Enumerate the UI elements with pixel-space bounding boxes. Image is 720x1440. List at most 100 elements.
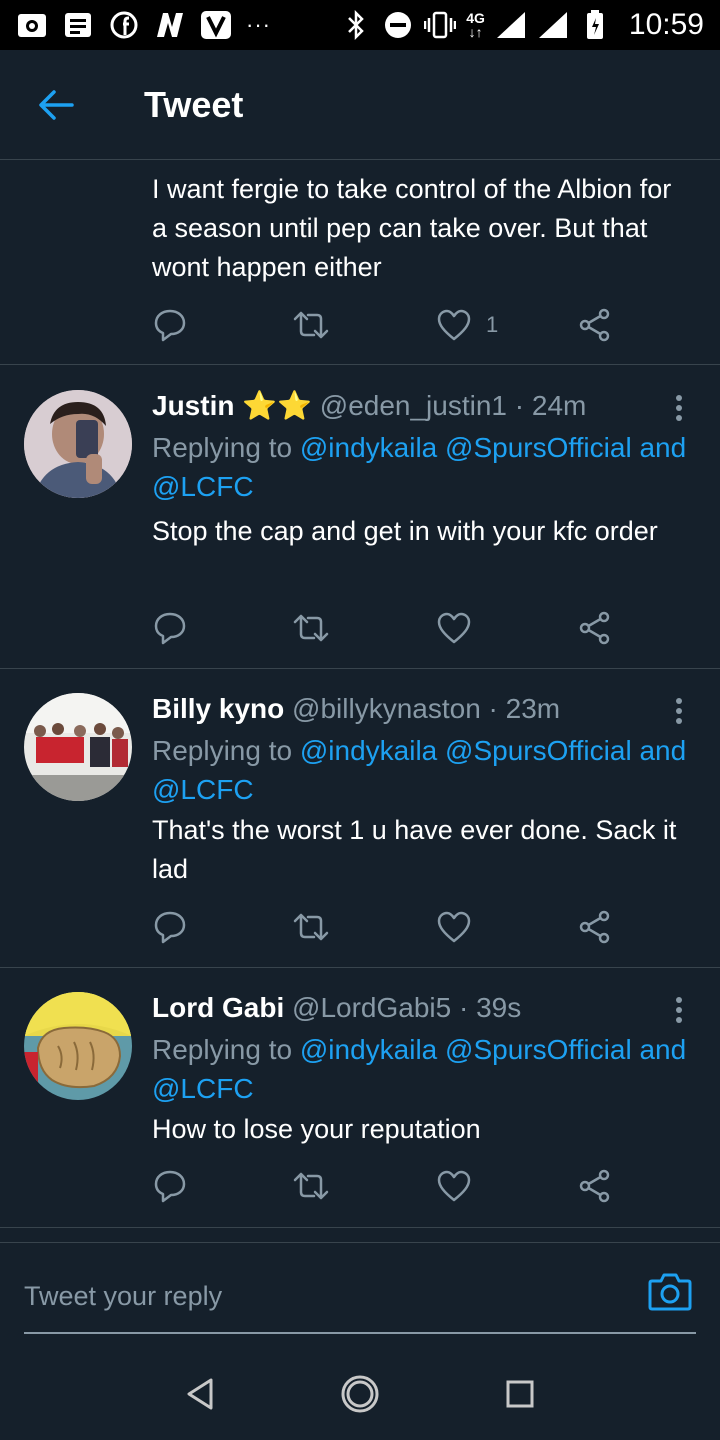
reply-button[interactable] [152, 608, 188, 648]
share-icon [579, 308, 610, 342]
mention-link[interactable]: and [639, 1034, 686, 1065]
tweet-header: Lord Gabi @LordGabi5 · 39s [152, 990, 521, 1026]
tweet-actions [152, 1166, 632, 1206]
tweet-actions [152, 608, 632, 648]
heart-icon [437, 911, 471, 943]
handle-time: @eden_justin1 · 24m [319, 390, 587, 421]
mention-link[interactable]: @SpursOfficial [445, 1034, 632, 1065]
square-recents-icon [506, 1380, 534, 1408]
like-button[interactable] [436, 608, 472, 648]
retweet-icon [293, 1172, 329, 1200]
nav-recents-button[interactable] [490, 1364, 550, 1424]
more-options-button[interactable] [664, 388, 694, 428]
reply-icon [154, 612, 186, 645]
more-options-button[interactable] [664, 990, 694, 1030]
reply-button[interactable] [152, 1166, 188, 1206]
reply-icon [154, 309, 186, 342]
n-app-icon [154, 9, 186, 41]
battery-icon [579, 9, 611, 41]
display-name[interactable]: Billy kyno [152, 693, 284, 724]
reply-icon [154, 911, 186, 944]
nav-home-button[interactable] [330, 1364, 390, 1424]
signal-icon [495, 9, 527, 41]
status-bar: ··· 4G ↓↑ 10:59 [0, 0, 720, 50]
facebook-icon [108, 9, 140, 41]
handle-time: @LordGabi5 · 39s [292, 992, 522, 1023]
replying-to: Replying to @indykaila @SpursOfficial an… [152, 735, 687, 805]
camera-button[interactable] [648, 1271, 696, 1319]
heart-icon [437, 1170, 471, 1202]
display-name[interactable]: Lord Gabi [152, 992, 284, 1023]
avatar[interactable] [24, 693, 132, 801]
bluetooth-icon [340, 9, 372, 41]
v-app-icon [200, 9, 232, 41]
like-button[interactable] [436, 907, 472, 947]
avatar[interactable] [24, 992, 132, 1100]
share-icon [579, 611, 610, 645]
more-vertical-icon [676, 395, 682, 421]
reply-tweet[interactable]: Justin ⭐⭐ @eden_justin1 · 24m Replying t… [0, 366, 720, 669]
share-button[interactable] [578, 305, 612, 345]
back-arrow-icon [39, 89, 74, 120]
mention-link[interactable]: @SpursOfficial [445, 432, 632, 463]
overflow-indicator: ··· [246, 12, 271, 37]
input-underline [24, 1332, 696, 1334]
reply-input[interactable]: Tweet your reply [24, 1271, 624, 1321]
display-name[interactable]: Justin [152, 390, 234, 421]
share-button[interactable] [578, 907, 612, 947]
retweet-button[interactable] [292, 305, 330, 345]
retweet-icon [293, 913, 329, 941]
more-vertical-icon [676, 698, 682, 724]
avatar[interactable] [24, 390, 132, 498]
signal-icon-2 [537, 9, 569, 41]
replying-to: Replying to @indykaila @SpursOfficial an… [152, 1034, 687, 1104]
mention-link[interactable]: @indykaila [300, 735, 437, 766]
top-app-bar: Tweet [0, 50, 720, 160]
mention-link[interactable]: and [639, 735, 686, 766]
reply-icon [154, 1170, 186, 1203]
heart-icon [437, 612, 471, 644]
do-not-disturb-icon [382, 9, 414, 41]
clock: 10:59 [628, 8, 704, 41]
star-emoji-badge: ⭐⭐ [242, 390, 312, 421]
handle-time: @billykynaston · 23m [292, 693, 561, 724]
tweet-partial[interactable]: I want fergie to take control of the Alb… [0, 160, 720, 365]
mention-link[interactable]: @indykaila [300, 1034, 437, 1065]
reply-tweet[interactable]: Billy kyno @billykynaston · 23m Replying… [0, 669, 720, 968]
share-button[interactable] [578, 1166, 612, 1206]
camera-app-icon [16, 9, 48, 41]
mention-link[interactable]: @indykaila [300, 432, 437, 463]
mention-link[interactable]: @LCFC [152, 1073, 254, 1104]
vibrate-icon [424, 9, 457, 41]
retweet-button[interactable] [292, 907, 330, 947]
back-button[interactable] [16, 65, 96, 145]
navigation-bar [0, 1348, 720, 1440]
retweet-icon [293, 311, 329, 339]
reply-tweet[interactable]: Lord Gabi @LordGabi5 · 39s Replying to @… [0, 968, 720, 1228]
message-icon [62, 9, 94, 41]
mention-link[interactable]: and [639, 432, 686, 463]
like-button[interactable] [436, 1166, 472, 1206]
tweet-header: Justin ⭐⭐ @eden_justin1 · 24m [152, 388, 586, 424]
home-circle-icon [341, 1375, 379, 1413]
reply-composer: Tweet your reply [0, 1242, 720, 1348]
reply-button[interactable] [152, 907, 188, 947]
retweet-button[interactable] [292, 1166, 330, 1206]
tweet-actions [152, 907, 632, 947]
mention-link[interactable]: @SpursOfficial [445, 735, 632, 766]
camera-icon [648, 1273, 692, 1311]
retweet-button[interactable] [292, 608, 330, 648]
more-options-button[interactable] [664, 691, 694, 731]
reply-button[interactable] [152, 305, 188, 345]
share-icon [579, 1169, 610, 1203]
nav-back-button[interactable] [170, 1364, 230, 1424]
retweet-icon [293, 614, 329, 642]
network-type: 4G ↓↑ [466, 10, 485, 40]
replying-to: Replying to @indykaila @SpursOfficial an… [152, 432, 687, 502]
mention-link[interactable]: @LCFC [152, 774, 254, 805]
heart-icon [437, 309, 471, 341]
mention-link[interactable]: @LCFC [152, 471, 254, 502]
tweet-text: How to lose your reputation [152, 1114, 481, 1144]
share-button[interactable] [578, 608, 612, 648]
like-button[interactable]: 1 [436, 305, 498, 345]
